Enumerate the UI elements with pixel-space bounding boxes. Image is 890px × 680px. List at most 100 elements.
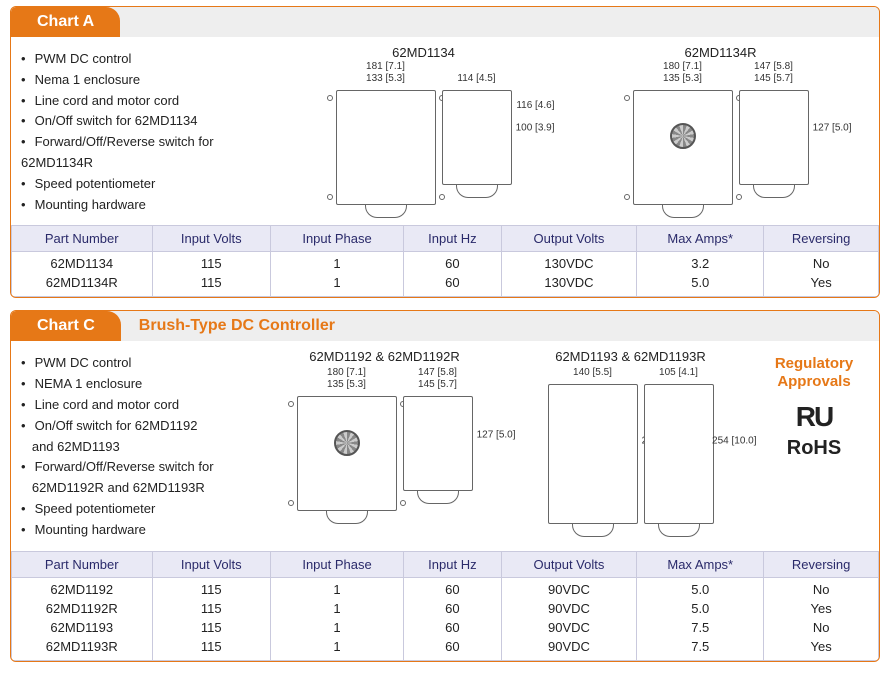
table-cell: 1 (270, 577, 403, 599)
table-cell: 1 (270, 599, 403, 618)
table-cell: 5.0 (637, 273, 764, 297)
table-cell: Yes (764, 273, 879, 297)
table-row: 62MD1134R115160130VDC5.0Yes (12, 273, 879, 297)
table-header-cell: Input Phase (270, 226, 403, 252)
table-cell: 60 (404, 252, 502, 274)
feature-item: • On/Off switch for 62MD1134 (21, 111, 263, 132)
chart-a-body: • PWM DC control• Nema 1 enclosure• Line… (11, 37, 879, 225)
knob-icon (670, 123, 696, 149)
feature-item: • PWM DC control (21, 49, 263, 70)
ul-mark-icon: RU (759, 401, 869, 433)
table-cell: Yes (764, 637, 879, 661)
table-header-cell: Output Volts (501, 226, 637, 252)
table-cell: 115 (152, 618, 270, 637)
table-header-cell: Max Amps* (637, 551, 764, 577)
feature-item: • On/Off switch for 62MD1192 and 62MD119… (21, 416, 247, 458)
table-cell: Yes (764, 599, 879, 618)
table-header-cell: Reversing (764, 226, 879, 252)
chart-a-title: Chart A (11, 7, 120, 37)
chart-a-diagrams: 62MD1134 181 [7.1] 133 [5.3] 114 [4.5] 1… (275, 45, 869, 205)
table-header-row: Part NumberInput VoltsInput PhaseInput H… (12, 551, 879, 577)
feature-item: • NEMA 1 enclosure (21, 374, 247, 395)
table-cell: 115 (152, 599, 270, 618)
regulatory-approvals: Regulatory Approvals RU RoHS (759, 349, 869, 466)
table-cell: 1 (270, 273, 403, 297)
table-cell: 130VDC (501, 273, 637, 297)
chart-a-header: Chart A (11, 7, 879, 37)
table-cell: 5.0 (637, 599, 764, 618)
diagram-label: 62MD1192 & 62MD1192R (309, 349, 460, 364)
schematic-side: 147 [5.8] 145 [5.7] 127 [5.0] (403, 396, 473, 491)
feature-item: • Line cord and motor cord (21, 395, 247, 416)
chart-c-feature-list: • PWM DC control• NEMA 1 enclosure• Line… (21, 349, 251, 544)
table-cell: 62MD1192 (12, 577, 153, 599)
table-cell: 62MD1192R (12, 599, 153, 618)
chart-c-body: • PWM DC control• NEMA 1 enclosure• Line… (11, 341, 879, 550)
table-cell: 60 (404, 273, 502, 297)
schematic-side: 147 [5.8] 145 [5.7] 127 [5.0] (739, 90, 809, 185)
table-cell: 62MD1193R (12, 637, 153, 661)
table-cell: 7.5 (637, 618, 764, 637)
diagram-label: 62MD1193 & 62MD1193R (555, 349, 706, 364)
table-cell: 62MD1193 (12, 618, 153, 637)
table-cell: 60 (404, 618, 502, 637)
table-header-row: Part NumberInput VoltsInput PhaseInput H… (12, 226, 879, 252)
table-cell: 115 (152, 273, 270, 297)
table-header-cell: Input Phase (270, 551, 403, 577)
chart-c-table: Part NumberInput VoltsInput PhaseInput H… (11, 551, 879, 661)
schematic-side: 105 [4.1] 254 [10.0] (644, 384, 714, 524)
approvals-heading: Regulatory Approvals (759, 355, 869, 391)
chart-c-diagrams: 62MD1192 & 62MD1192R 180 [7.1] 135 [5.3]… (259, 349, 751, 524)
feature-item: • Speed potentiometer (21, 499, 247, 520)
table-cell: 60 (404, 599, 502, 618)
table-cell: 90VDC (501, 618, 637, 637)
table-header-cell: Part Number (12, 226, 153, 252)
table-cell: No (764, 577, 879, 599)
feature-item: • Nema 1 enclosure (21, 70, 263, 91)
table-header-cell: Input Hz (404, 226, 502, 252)
chart-c-diagram-right: 62MD1193 & 62MD1193R 140 [5.5] 210 [8.3]… (548, 349, 714, 524)
table-cell: 60 (404, 637, 502, 661)
schematic-front: 180 [7.1] 135 [5.3] (633, 90, 733, 205)
table-row: 62MD119311516090VDC7.5No (12, 618, 879, 637)
table-cell: 7.5 (637, 637, 764, 661)
feature-item: • Forward/Off/Reverse switch for 62MD119… (21, 457, 247, 499)
table-header-cell: Max Amps* (637, 226, 764, 252)
table-row: 62MD119211516090VDC5.0No (12, 577, 879, 599)
chart-a-feature-list: • PWM DC control• Nema 1 enclosure• Line… (21, 45, 267, 219)
chart-a-diagram-left: 62MD1134 181 [7.1] 133 [5.3] 114 [4.5] 1… (336, 45, 512, 205)
table-header-cell: Part Number (12, 551, 153, 577)
chart-c-header: Chart C Brush-Type DC Controller (11, 311, 879, 341)
schematic-front: 180 [7.1] 135 [5.3] (297, 396, 397, 511)
schematic-side: 114 [4.5] 116 [4.6] 100 [3.9] (442, 90, 512, 185)
table-cell: 115 (152, 637, 270, 661)
schematic-front: 181 [7.1] 133 [5.3] (336, 90, 436, 205)
table-cell: 62MD1134 (12, 252, 153, 274)
table-cell: 90VDC (501, 637, 637, 661)
table-row: 62MD1134115160130VDC3.2No (12, 252, 879, 274)
schematic-front: 140 [5.5] 210 [8.3] (548, 384, 638, 524)
table-header-cell: Reversing (764, 551, 879, 577)
table-header-cell: Input Volts (152, 551, 270, 577)
table-cell: 90VDC (501, 599, 637, 618)
diagram-label: 62MD1134 (392, 45, 455, 60)
chart-a-table: Part NumberInput VoltsInput PhaseInput H… (11, 225, 879, 297)
table-cell: No (764, 252, 879, 274)
table-cell: 115 (152, 252, 270, 274)
table-cell: 1 (270, 618, 403, 637)
feature-item: • PWM DC control (21, 353, 247, 374)
feature-item: • Speed potentiometer (21, 174, 263, 195)
table-row: 62MD1192R11516090VDC5.0Yes (12, 599, 879, 618)
table-row: 62MD1193R11516090VDC7.5Yes (12, 637, 879, 661)
knob-icon (334, 430, 360, 456)
table-cell: 90VDC (501, 577, 637, 599)
chart-c-diagram-left: 62MD1192 & 62MD1192R 180 [7.1] 135 [5.3]… (297, 349, 473, 511)
chart-a-panel: Chart A • PWM DC control• Nema 1 enclosu… (10, 6, 880, 298)
feature-item: • Line cord and motor cord (21, 91, 263, 112)
table-header-cell: Output Volts (501, 551, 637, 577)
table-cell: 62MD1134R (12, 273, 153, 297)
table-header-cell: Input Hz (404, 551, 502, 577)
table-cell: 115 (152, 577, 270, 599)
table-cell: No (764, 618, 879, 637)
chart-c-panel: Chart C Brush-Type DC Controller • PWM D… (10, 310, 880, 661)
